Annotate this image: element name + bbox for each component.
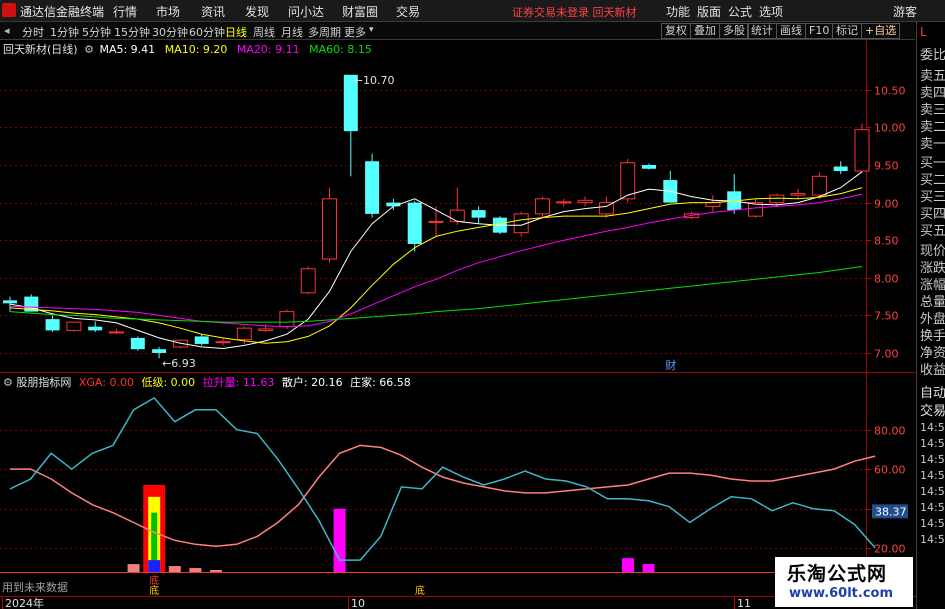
tick-time: 14:56 <box>920 485 945 498</box>
price-tick-label: 7.50 <box>874 310 899 323</box>
indicator-tick-label: 20.00 <box>874 543 906 556</box>
tick-time: 14:56 <box>920 469 945 482</box>
tick-time: 14:56 <box>920 501 945 514</box>
lift-volume-bar <box>333 508 346 572</box>
price-tick-label: 7.00 <box>874 348 899 361</box>
quote-label: 买五 <box>920 224 945 239</box>
lift-volume-bar <box>642 564 655 572</box>
candle-body-down <box>88 326 103 331</box>
candle-body-up <box>705 202 721 207</box>
candle-body-up <box>449 209 465 222</box>
low-price-label: ←6.93 <box>162 357 196 370</box>
price-tick-label: 9.50 <box>874 160 899 173</box>
candle-body-up <box>535 198 550 215</box>
high-price-label: ←10.70 <box>354 74 395 87</box>
tick-time: 14:56 <box>920 453 945 466</box>
candle-body-up <box>66 321 82 331</box>
price-tick-label: 8.00 <box>874 273 899 286</box>
panel-toggle-label[interactable]: L <box>920 25 927 39</box>
date-tick-label: 10 <box>351 597 365 609</box>
bottom-marker: 底 <box>415 584 425 597</box>
lift-volume-bar <box>168 566 181 572</box>
chart-canvas[interactable]: 7.00 7.50 8.00 8.50 9.00 9.50 10.00 10.50 ←10.7… <box>0 0 916 609</box>
candle-body-down <box>45 319 60 331</box>
candle-body-up <box>322 198 337 260</box>
candle-body-down <box>3 300 17 304</box>
candle-body-down <box>152 349 167 353</box>
date-tick-label: 11 <box>737 597 751 609</box>
candle-body-up <box>811 175 827 196</box>
candle-body-down <box>365 161 380 214</box>
finance-marker: 财 <box>665 358 676 372</box>
quote-label: 卖一 <box>920 137 945 152</box>
candle-body-up <box>279 311 295 328</box>
indicator-tick-label: 80.00 <box>874 425 906 438</box>
quote-side-panel: L 委比 卖五 卖四 卖三 卖二 卖一 买一 买二 买三 买四 买五 现价 涨跌… <box>916 22 945 609</box>
ma60-line <box>9 266 863 323</box>
candle-body-down <box>407 202 422 244</box>
candle-body-down <box>194 336 209 344</box>
price-tick-label: 9.00 <box>874 198 899 211</box>
candle-body-up <box>236 327 252 340</box>
lift-volume-bar <box>622 558 634 572</box>
current-value-label: 38.37 <box>875 505 907 518</box>
auto-trade-label[interactable]: 交易 <box>920 400 945 419</box>
price-tick-label: 10.50 <box>874 85 906 98</box>
candle-body-down <box>642 165 656 169</box>
candle-body-down <box>130 337 145 350</box>
candle-body-up <box>428 220 444 223</box>
candle-body-up <box>215 341 231 344</box>
candle-body-up <box>769 194 785 204</box>
date-tick-label: 2024年 <box>5 596 44 609</box>
price-tick-label: 8.50 <box>874 235 899 248</box>
tick-time: 14:56 <box>920 421 945 434</box>
future-data-note: 用到未来数据 <box>2 580 68 594</box>
zhuangjia-line <box>9 396 876 561</box>
price-tick-label: 10.00 <box>874 122 906 135</box>
candle-body-up <box>109 331 124 334</box>
lift-volume-bar <box>189 568 202 572</box>
candle-body-up <box>258 328 274 331</box>
lift-volume-bar <box>210 570 222 572</box>
candle-body-down <box>833 166 848 172</box>
quote-label: 委比 <box>920 48 945 63</box>
candle-body-down <box>471 210 486 218</box>
auto-trade-label[interactable]: 自动 <box>920 382 945 401</box>
tick-time: 14:56 <box>920 517 945 530</box>
tick-time: 14:56 <box>920 533 945 546</box>
candle-body-up <box>790 193 806 196</box>
watermark-logo-text: 乐淘公式网 <box>787 563 888 585</box>
quote-label: 收益 <box>920 363 945 378</box>
indicator-tick-label: 60.00 <box>874 464 906 477</box>
watermark-logo-url: www.60lt.com <box>789 586 894 601</box>
tick-time: 14:56 <box>920 437 945 450</box>
bottom-marker: 底 <box>149 584 159 597</box>
lift-volume-bar <box>127 564 140 572</box>
candle-body-up <box>300 268 316 294</box>
sanhu-line <box>10 444 876 548</box>
candle-body-up <box>577 199 593 204</box>
site-watermark: 乐淘公式网 www.60lt.com <box>775 557 913 607</box>
signal-bar-blue <box>148 560 161 572</box>
candle-body-up <box>854 129 870 172</box>
candle-body-up <box>556 201 572 204</box>
